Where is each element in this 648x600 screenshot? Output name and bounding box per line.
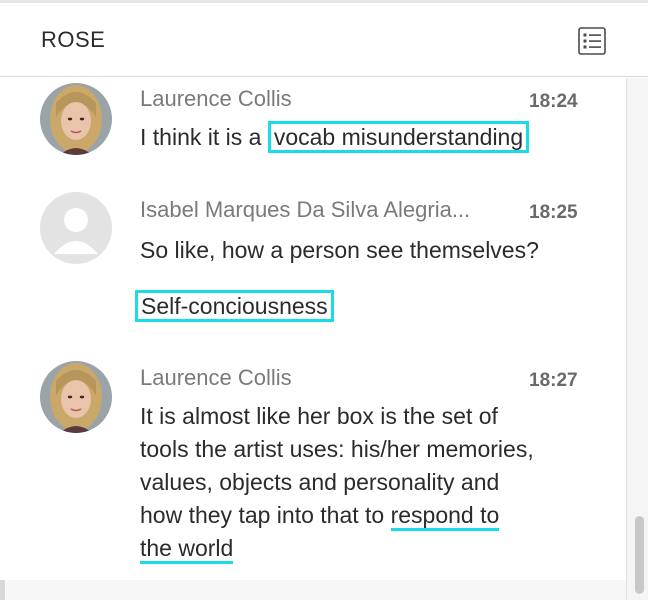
- bottom-bar-edge: [0, 580, 5, 600]
- list-icon[interactable]: [578, 27, 606, 55]
- message-line: It is almost like her box is the set of: [140, 403, 498, 429]
- message-text: So like, how a person see themselves?: [140, 237, 539, 263]
- message-time: 18:27: [529, 370, 578, 391]
- message-time: 18:24: [529, 91, 578, 112]
- highlight-box: vocab misunderstanding: [267, 121, 530, 153]
- message-author: Laurence Collis: [140, 365, 292, 390]
- message-time: 18:25: [529, 202, 578, 223]
- message-author: Laurence Collis: [140, 86, 292, 111]
- message-line: values, objects and personality and: [140, 469, 500, 495]
- message-line: tools the artist uses: his/her memories,: [140, 436, 534, 462]
- chat-title: ROSE: [41, 27, 106, 52]
- message-line: how they tap into that to respond to: [140, 499, 610, 532]
- highlight-underline: respond to: [390, 502, 500, 531]
- message-text: It is almost like her box is the set of …: [140, 400, 610, 565]
- message-text-plain: how they tap into that to: [140, 502, 391, 528]
- message-text: I think it is a vocab misunderstanding: [140, 121, 530, 154]
- highlight-underline: the world: [140, 535, 234, 564]
- scrollbar[interactable]: [626, 78, 648, 600]
- message-author: Isabel Marques Da Silva Alegria...: [140, 197, 471, 222]
- woman-photo-avatar[interactable]: [40, 361, 112, 433]
- scrollbar-thumb[interactable]: [635, 516, 644, 594]
- message-text: Self-conciousness: [135, 290, 334, 323]
- message-line: the world: [140, 532, 610, 565]
- message-text-plain: I think it is a: [140, 124, 268, 150]
- bottom-bar: [0, 580, 626, 600]
- woman-photo-avatar[interactable]: [40, 83, 112, 155]
- chat-header: ROSE: [0, 3, 648, 77]
- default-user-avatar[interactable]: [40, 192, 112, 264]
- highlight-box: Self-conciousness: [135, 290, 334, 322]
- message-list[interactable]: Laurence Collis 18:24 I think it is a vo…: [0, 78, 630, 600]
